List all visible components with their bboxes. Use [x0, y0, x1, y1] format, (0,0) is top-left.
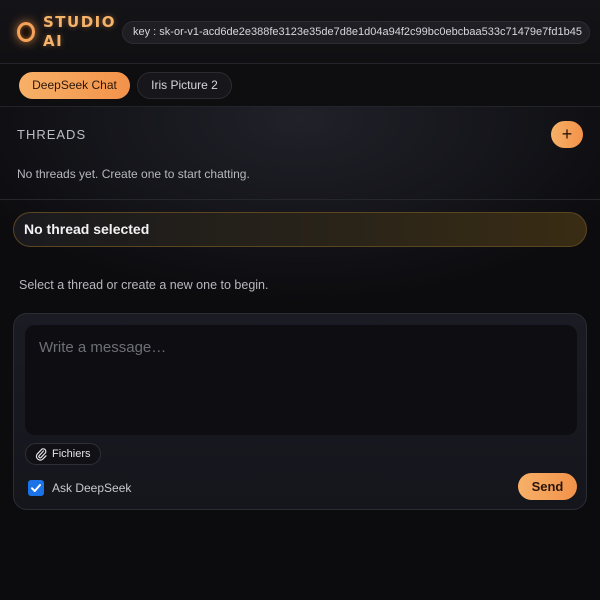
tab-bar: DeepSeek Chat Iris Picture 2	[0, 64, 600, 107]
send-button[interactable]: Send	[518, 473, 577, 500]
thread-title-bar: No thread selected	[13, 212, 587, 247]
ring-logo-icon	[17, 22, 35, 42]
app-header: STUDIO AI key : sk-or-v1-acd6de2e388fe31…	[0, 0, 600, 64]
add-thread-button[interactable]: +	[551, 121, 583, 148]
threads-empty-message: No threads yet. Create one to start chat…	[17, 167, 250, 181]
app-title: STUDIO AI	[43, 13, 116, 50]
message-composer: Fichiers Ask DeepSeek Send	[13, 313, 587, 510]
api-key-display[interactable]: key : sk-or-v1-acd6de2e388fe3123e35de7d8…	[122, 21, 590, 44]
attach-files-label: Fichiers	[52, 448, 91, 460]
tab-iris-picture-2[interactable]: Iris Picture 2	[137, 72, 232, 99]
ask-deepseek-checkbox[interactable]	[28, 480, 44, 496]
tab-deepseek-chat[interactable]: DeepSeek Chat	[19, 72, 130, 99]
thread-hint: Select a thread or create a new one to b…	[19, 278, 269, 292]
message-input[interactable]	[25, 325, 577, 435]
ask-deepseek-label[interactable]: Ask DeepSeek	[52, 480, 131, 496]
paperclip-icon	[35, 448, 47, 461]
attach-files-button[interactable]: Fichiers	[25, 443, 101, 465]
threads-panel: THREADS + No threads yet. Create one to …	[0, 107, 600, 200]
threads-heading: THREADS	[17, 127, 87, 142]
checkmark-icon	[31, 484, 41, 492]
